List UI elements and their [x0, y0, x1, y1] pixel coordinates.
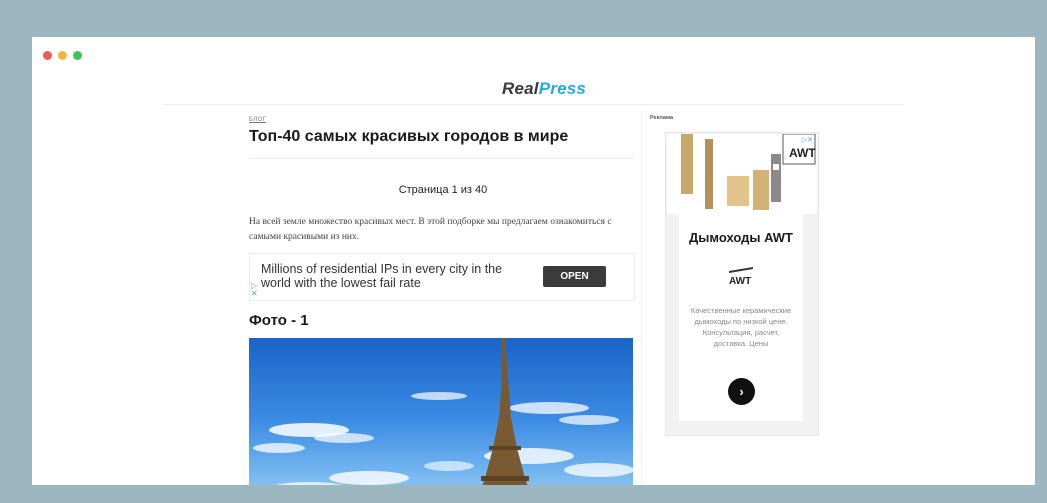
title-divider	[249, 158, 634, 159]
ad-banner-text[interactable]: Millions of residential IPs in every cit…	[261, 262, 531, 290]
browser-window: RealPress блог Топ-40 самых красивых гор…	[32, 37, 1035, 485]
awt-logo-icon: AWT	[729, 267, 753, 287]
adchoices-icon[interactable]: ▷✕	[251, 282, 258, 298]
sidebar-ad-card[interactable]: Дымоходы AWT AWT Качественные керамическ…	[679, 214, 803, 421]
photo-heading: Фото - 1	[249, 312, 309, 329]
sidebar-ad-title[interactable]: Дымоходы AWT	[679, 230, 803, 245]
minimize-dot[interactable]	[58, 51, 67, 60]
svg-text:AWT: AWT	[729, 276, 751, 287]
site-logo[interactable]: RealPress	[502, 79, 586, 99]
ad-banner[interactable]: Millions of residential IPs in every cit…	[249, 253, 635, 301]
article: блог Топ-40 самых красивых городов в мир…	[249, 113, 637, 485]
article-photo	[249, 338, 633, 485]
close-dot[interactable]	[43, 51, 52, 60]
adchoices-icon[interactable]: ▷✕	[802, 136, 813, 144]
eiffel-tower-image	[253, 338, 633, 485]
logo-part-real: Real	[502, 79, 539, 98]
logo-part-press: Press	[538, 79, 587, 98]
sidebar-ad-label: Реклама	[650, 115, 674, 121]
article-intro: На всей земле множество красивых мест. В…	[249, 217, 612, 242]
sidebar-ad-description: Качественные керамические дымоходы по ни…	[690, 306, 792, 348]
category-link[interactable]: блог	[249, 117, 637, 123]
maximize-dot[interactable]	[73, 51, 82, 60]
chimney-products-icon: AWT	[681, 134, 816, 210]
ad-open-button[interactable]: OPEN	[543, 266, 606, 287]
chevron-right-icon[interactable]: ›	[728, 378, 755, 405]
page-indicator: Страница 1 из 40	[398, 184, 488, 196]
article-title: Топ-40 самых красивых городов в мире	[249, 128, 569, 145]
window-controls	[43, 51, 82, 60]
svg-text:AWT: AWT	[789, 146, 816, 160]
sidebar-ad[interactable]: AWT ▷✕ Дымоходы AWT AWT Качественные кер…	[665, 132, 819, 436]
header-divider	[164, 104, 904, 105]
sidebar-ad-image[interactable]: AWT ▷✕	[667, 134, 817, 214]
column-divider	[641, 111, 642, 485]
